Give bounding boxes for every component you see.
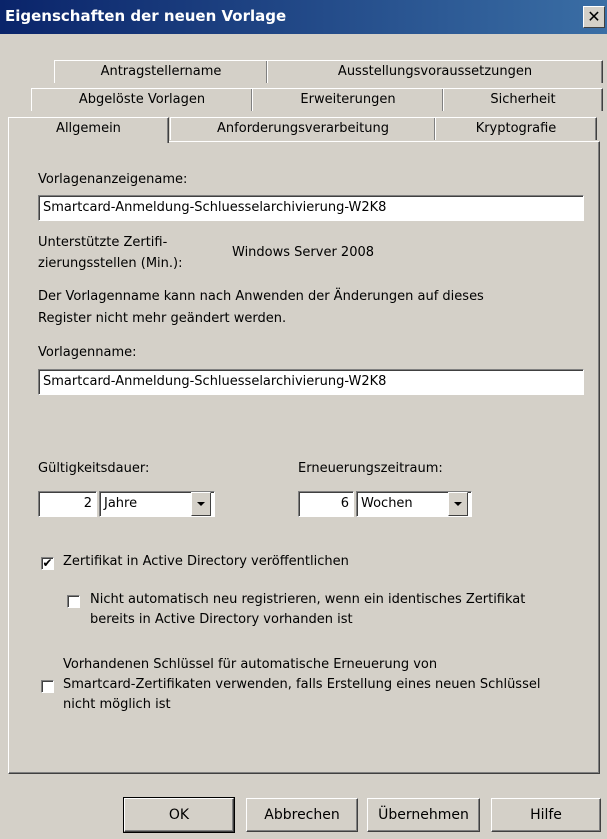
no-reenroll-checkbox[interactable]: [67, 595, 80, 608]
no-reenroll-label-line1[interactable]: Nicht automatisch neu registrieren, wenn…: [90, 592, 525, 607]
renewal-unit-value: Wochen: [361, 496, 413, 511]
reuse-key-label-line3[interactable]: nicht möglich ist: [63, 697, 171, 712]
reuse-key-label-line1[interactable]: Vorhandenen Schlüssel für automatische E…: [63, 657, 437, 672]
reuse-key-checkbox[interactable]: [41, 680, 54, 693]
supported-ca-value: Windows Server 2008: [232, 245, 375, 260]
validity-unit-dropdown-button[interactable]: [191, 492, 211, 516]
validity-unit-value: Jahre: [104, 496, 138, 511]
template-name-input[interactable]: Smartcard-Anmeldung-Schluesselarchivieru…: [38, 369, 584, 395]
note-line-2: Register nicht mehr geändert werden.: [38, 311, 287, 326]
validity-number-input[interactable]: 2: [38, 491, 97, 517]
supported-ca-label-line1: Unterstützte Zertifi-: [38, 235, 168, 250]
supported-ca-label-line2: zierungsstellen (Min.):: [38, 256, 183, 271]
display-name-input[interactable]: Smartcard-Anmeldung-Schluesselarchivieru…: [38, 195, 584, 221]
renewal-label: Erneuerungszeitraum:: [298, 461, 443, 476]
no-reenroll-label-line2[interactable]: bereits in Active Directory vorhanden is…: [90, 612, 353, 627]
display-name-label: Vorlagenanzeigename:: [38, 172, 188, 187]
template-name-label: Vorlagenname:: [38, 345, 137, 360]
reuse-key-label-line2[interactable]: Smartcard-Zertifikaten verwenden, falls …: [63, 677, 540, 692]
validity-label: Gültigkeitsdauer:: [38, 461, 150, 476]
renewal-number-input[interactable]: 6: [298, 491, 354, 517]
renewal-unit-dropdown-button[interactable]: [448, 492, 468, 516]
note-line-1: Der Vorlagenname kann nach Anwenden der …: [38, 289, 484, 304]
publish-ad-label[interactable]: Zertifikat in Active Directory veröffent…: [63, 554, 349, 569]
publish-ad-checkbox[interactable]: ✔: [41, 557, 54, 570]
